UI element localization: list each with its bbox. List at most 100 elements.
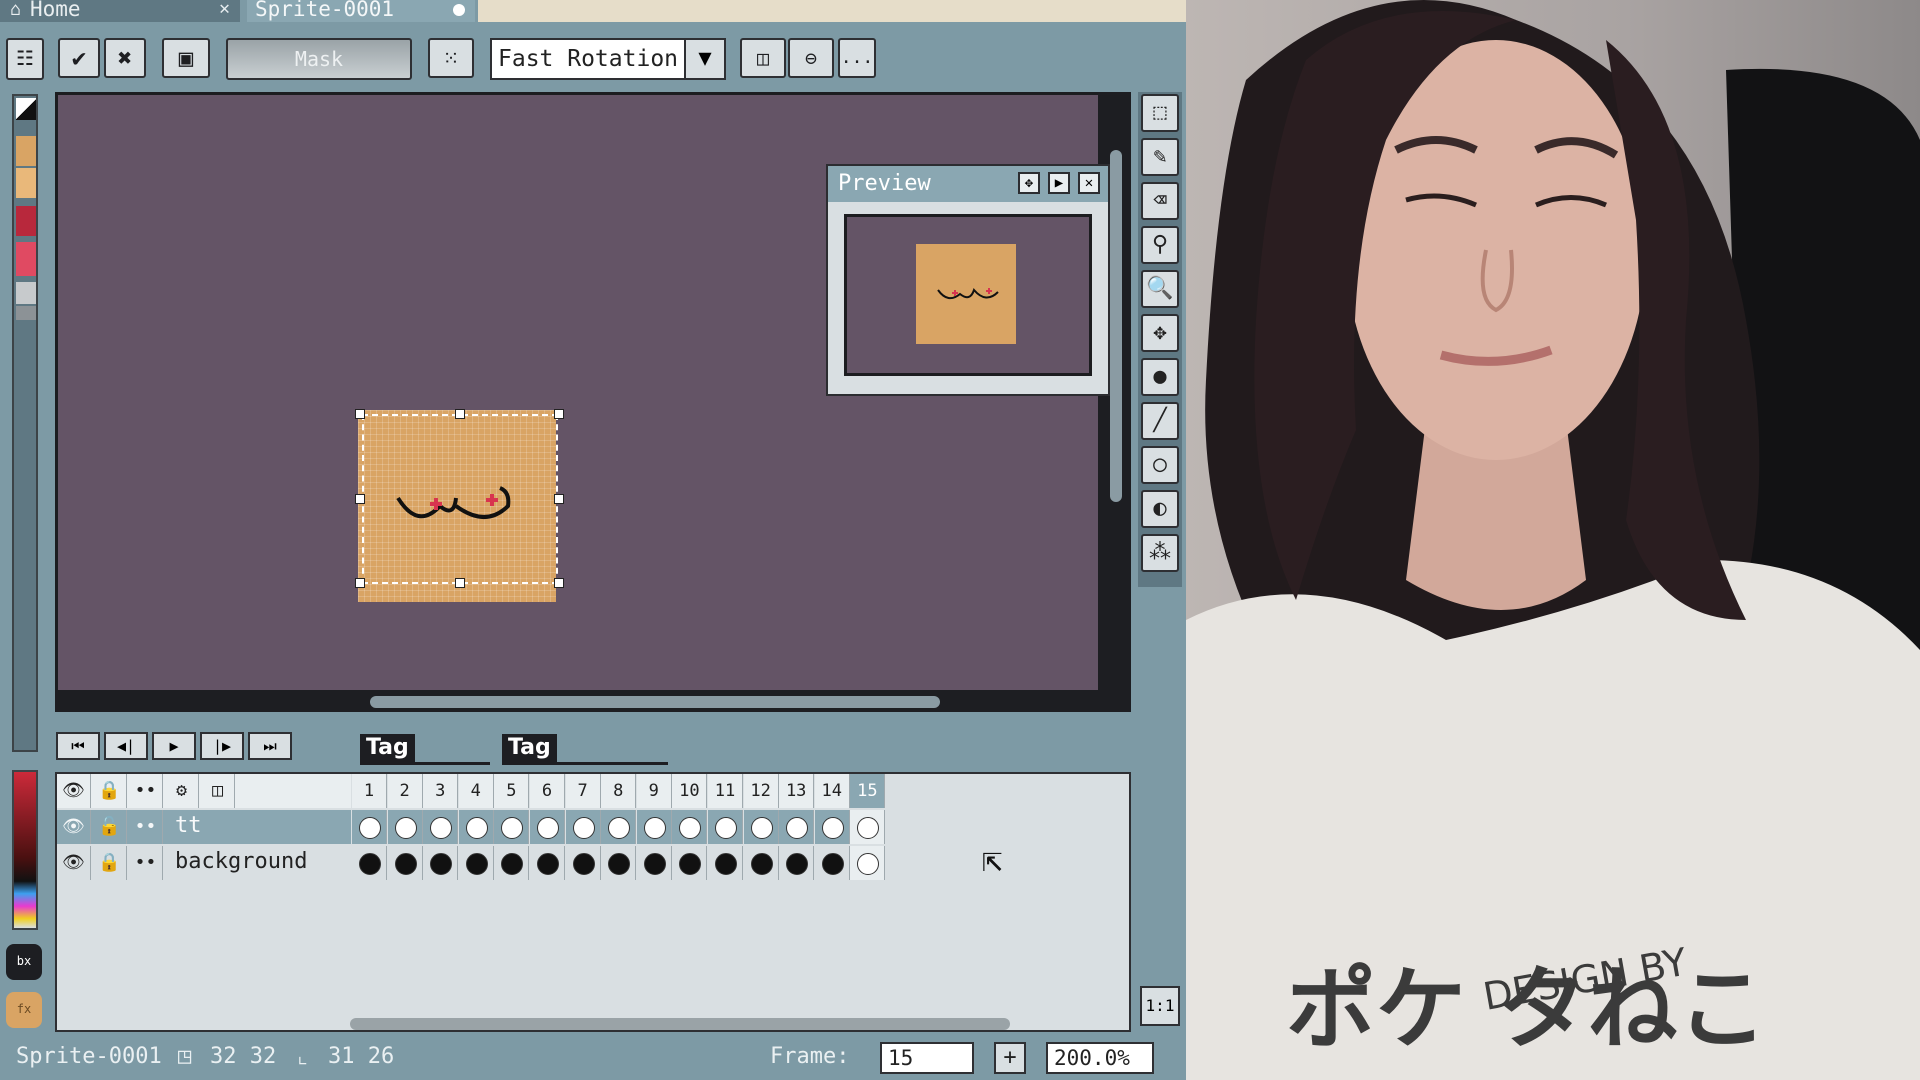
- frame-cel[interactable]: [352, 846, 387, 880]
- frame-cel[interactable]: [423, 846, 459, 880]
- frame-cel[interactable]: [779, 810, 815, 844]
- vertical-scrollbar-thumb[interactable]: [1110, 150, 1122, 502]
- layer-row[interactable]: 👁 🔓 •• tt: [57, 810, 351, 844]
- ellipse-tool-icon[interactable]: ◯: [1141, 446, 1179, 484]
- palette-color[interactable]: [16, 242, 36, 276]
- mask-button[interactable]: Mask: [226, 38, 412, 80]
- frame-number[interactable]: 9: [636, 774, 672, 808]
- layer-name[interactable]: background: [165, 846, 351, 880]
- frame-number[interactable]: 14: [814, 774, 850, 808]
- transform-handle[interactable]: [554, 494, 564, 504]
- line-tool-icon[interactable]: ╱: [1141, 402, 1179, 440]
- lock-icon[interactable]: 🔓: [93, 810, 127, 844]
- tag-label[interactable]: Tag: [360, 734, 415, 762]
- lock-icon[interactable]: 🔒: [93, 774, 127, 808]
- eye-icon[interactable]: 👁: [57, 846, 91, 880]
- eye-icon[interactable]: 👁: [57, 810, 91, 844]
- frame-cel[interactable]: [530, 810, 565, 844]
- frame-cel[interactable]: [387, 810, 423, 844]
- frame-cel[interactable]: [494, 810, 530, 844]
- palette-color[interactable]: [16, 136, 36, 166]
- palette-color[interactable]: [16, 282, 36, 304]
- palette-color[interactable]: [16, 306, 36, 320]
- frame-number[interactable]: 7: [565, 774, 601, 808]
- transform-handle[interactable]: [355, 494, 365, 504]
- layer-name[interactable]: tt: [165, 810, 351, 844]
- transform-handle[interactable]: [554, 409, 564, 419]
- palette-strip[interactable]: [12, 94, 38, 752]
- fill-tool-icon[interactable]: ●: [1141, 358, 1179, 396]
- frame-number[interactable]: 13: [779, 774, 815, 808]
- confirm-button[interactable]: ✔: [58, 38, 100, 78]
- frame-cel[interactable]: [708, 810, 743, 844]
- horizontal-scrollbar-thumb[interactable]: [370, 696, 940, 708]
- frame-cel[interactable]: [352, 810, 387, 844]
- frame-cel[interactable]: [565, 810, 601, 844]
- frame-cel[interactable]: [494, 846, 530, 880]
- frame-number[interactable]: 12: [743, 774, 779, 808]
- frame-number[interactable]: 5: [494, 774, 530, 808]
- preview-center-icon[interactable]: ✥: [1018, 172, 1040, 194]
- frame-cel[interactable]: [779, 846, 815, 880]
- frame-cel[interactable]: [708, 846, 743, 880]
- move-tool-icon[interactable]: ✥: [1141, 314, 1179, 352]
- frame-number[interactable]: 1: [352, 774, 387, 808]
- close-tab-icon[interactable]: ✕: [219, 0, 230, 18]
- preview-close-icon[interactable]: ✕: [1078, 172, 1100, 194]
- frame-cel[interactable]: [458, 810, 494, 844]
- continuous-icon[interactable]: ••: [129, 774, 163, 808]
- frame-number[interactable]: 3: [423, 774, 459, 808]
- layer-options-icon[interactable]: ⚙: [165, 774, 199, 808]
- marquee-tool-icon[interactable]: ⬚: [1141, 94, 1179, 132]
- frame-cel[interactable]: [601, 846, 637, 880]
- transform-handle[interactable]: [355, 409, 365, 419]
- cancel-button[interactable]: ✖: [104, 38, 146, 78]
- palette-color[interactable]: [16, 168, 36, 198]
- frame-cel[interactable]: [636, 846, 672, 880]
- add-frame-button[interactable]: +: [994, 1042, 1026, 1074]
- frame-cel[interactable]: [850, 810, 886, 844]
- frame-cel[interactable]: [814, 846, 850, 880]
- preview-play-icon[interactable]: ▶: [1048, 172, 1070, 194]
- transform-selection[interactable]: [362, 414, 558, 584]
- transform-handle[interactable]: [455, 409, 465, 419]
- transform-handle[interactable]: [554, 578, 564, 588]
- continuous-icon[interactable]: ••: [129, 846, 163, 880]
- frame-cel[interactable]: [636, 810, 672, 844]
- frame-cel[interactable]: [387, 846, 423, 880]
- frame-cel[interactable]: [850, 846, 886, 880]
- eraser-tool-icon[interactable]: ⌫: [1141, 182, 1179, 220]
- foreground-color-button[interactable]: fx: [6, 992, 42, 1028]
- lock-icon[interactable]: 🔒: [93, 846, 127, 880]
- timeline-scrollbar-thumb[interactable]: [350, 1018, 1010, 1030]
- play-icon[interactable]: ▶: [152, 732, 196, 760]
- frame-cel[interactable]: [672, 846, 708, 880]
- frame-number[interactable]: 4: [458, 774, 494, 808]
- spray-tool-icon[interactable]: ⁂: [1141, 534, 1179, 572]
- pencil-tool-icon[interactable]: ✎: [1141, 138, 1179, 176]
- blur-tool-icon[interactable]: ◐: [1141, 490, 1179, 528]
- onion-skin-icon[interactable]: ◫: [201, 774, 235, 808]
- frame-cel[interactable]: [530, 846, 565, 880]
- color-bar[interactable]: [12, 770, 38, 930]
- frame-input[interactable]: 15: [880, 1042, 974, 1074]
- frame-cel[interactable]: [672, 810, 708, 844]
- continuous-icon[interactable]: ••: [129, 810, 163, 844]
- tab-home[interactable]: ⌂ Home ✕: [0, 0, 240, 22]
- layer-row[interactable]: 👁 🔒 •• background: [57, 846, 351, 880]
- frame-cel[interactable]: [423, 810, 459, 844]
- transparent-color-icon[interactable]: ▣: [162, 38, 210, 78]
- pivot-icon[interactable]: ⁙: [428, 38, 474, 78]
- previous-frame-icon[interactable]: ◀|: [104, 732, 148, 760]
- background-color-button[interactable]: bx: [6, 944, 42, 980]
- frame-cel[interactable]: [565, 846, 601, 880]
- flip-horizontal-icon[interactable]: ◫: [740, 38, 786, 78]
- flip-vertical-icon[interactable]: ⊖: [788, 38, 834, 78]
- tag-label[interactable]: Tag: [502, 734, 557, 762]
- eye-icon[interactable]: 👁: [57, 774, 91, 808]
- fg-bg-color-swatch[interactable]: [16, 98, 36, 120]
- frame-number[interactable]: 10: [672, 774, 708, 808]
- eyedropper-tool-icon[interactable]: ⚲: [1141, 226, 1179, 264]
- actual-size-button[interactable]: 1:1: [1140, 986, 1180, 1026]
- frame-number[interactable]: 15: [850, 774, 886, 808]
